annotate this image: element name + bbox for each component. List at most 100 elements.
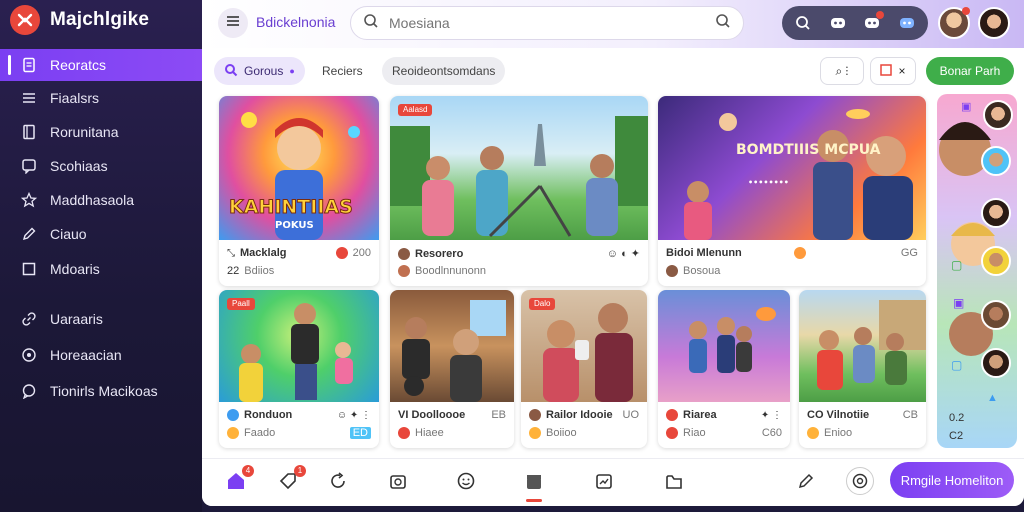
card-subtitle: Bosoua	[683, 265, 721, 277]
video-card[interactable]: Riarea ✦ ⋮ Riao C60	[658, 290, 790, 448]
list-icon	[20, 89, 38, 107]
refresh-icon[interactable]	[326, 469, 350, 493]
notification-icon[interactable]	[860, 11, 885, 35]
close-glyph: ×	[898, 64, 906, 78]
card-title-row: CO Vilnotiie CB	[807, 409, 918, 421]
camera-icon[interactable]	[386, 469, 410, 493]
search-icon	[363, 13, 379, 34]
message-icon	[20, 382, 38, 400]
menu-button[interactable]	[218, 8, 248, 38]
creator-avatar[interactable]	[981, 198, 1011, 228]
video-card[interactable]: Dalo Railor Idooie UO Boiioo	[521, 290, 647, 448]
video-thumbnail: Dalo	[521, 290, 647, 402]
video-card[interactable]: BOMDTIIIS MCPUA •••••••• Bidoi Mlenunn G…	[658, 96, 926, 286]
channel-avatar	[666, 427, 678, 439]
card-subtitle: Boiioo	[546, 427, 577, 439]
video-thumbnail	[390, 290, 514, 402]
filter-chip-label: Gorous	[244, 64, 284, 78]
card-title: Railor Idooie	[546, 409, 613, 421]
sidebar-item-ciauo[interactable]: Ciauo	[0, 218, 202, 250]
primary-action-button[interactable]: Bonar Parh	[926, 57, 1014, 85]
card-count: EB	[491, 409, 506, 421]
edit-image-icon[interactable]	[592, 469, 616, 493]
card-subtitle: Faado	[244, 427, 276, 439]
card-count: ED	[349, 427, 371, 439]
search-bar[interactable]	[350, 6, 744, 40]
app-name: Majchlgike	[50, 9, 150, 30]
search-input[interactable]	[389, 15, 705, 31]
profile-avatar[interactable]	[978, 7, 1010, 39]
card-sub-row: Riao C60	[666, 427, 782, 439]
home-icon[interactable]: 4	[224, 465, 254, 493]
creator-avatar[interactable]	[981, 246, 1011, 276]
card-count: CB	[902, 409, 918, 421]
notification-badge	[876, 11, 885, 19]
creator-avatar[interactable]	[981, 300, 1011, 330]
video-card[interactable]: Paall Ronduon ☺ ✦ ⋮ Faado ED	[219, 290, 379, 448]
card-title: VI Doolloooe	[398, 409, 466, 421]
file-icon	[20, 56, 38, 74]
user-avatar[interactable]	[938, 7, 970, 39]
card-count: GG	[900, 247, 918, 259]
channel-avatar	[666, 265, 678, 277]
brand[interactable]: Majchlgike	[10, 5, 149, 35]
video-card[interactable]: CO Vilnotiie CB Enioo	[799, 290, 926, 448]
filter-chip-reciers[interactable]: Reciers	[312, 57, 373, 85]
sidebar-item-tionirls-macikoas[interactable]: Tionirls Macikoas	[0, 375, 202, 407]
video-card[interactable]: VI Doolloooe EB Hiaee	[390, 290, 514, 448]
compass-icon[interactable]	[846, 467, 874, 495]
sidebar-item-label: Scohiaas	[50, 158, 108, 174]
creator-avatar[interactable]	[981, 146, 1011, 176]
star-icon	[20, 191, 38, 209]
video-card[interactable]: KAHINTIIAS POKUS ⤡ Macklalg 200 22 Bdiio…	[219, 96, 379, 286]
card-title-row: VI Doolloooe EB	[398, 409, 506, 421]
video-thumbnail: Paall	[219, 290, 379, 402]
creator-avatar[interactable]	[983, 100, 1013, 130]
gift-icon[interactable]	[522, 469, 546, 493]
breadcrumb[interactable]: Bdickelnonia	[256, 14, 335, 30]
filter-chip-label: Reoideontsomdans	[392, 64, 496, 78]
sidebar-item-horeaacian[interactable]: Horeaacian	[0, 339, 202, 371]
create-button[interactable]: Rmgile Homeliton	[890, 462, 1014, 498]
sidebar-item-scohiaas[interactable]: Scohiaas	[0, 150, 202, 182]
card-sub-row: 22 Bdiios	[227, 265, 371, 277]
sidebar-item-fiaalsrs[interactable]: Fiaalsrs	[0, 82, 202, 114]
sidebar: Majchlgike Reoratcs Fiaalsrs Rorunitana …	[0, 0, 202, 512]
search-filter-button[interactable]: ⌕ ⫶	[820, 57, 864, 85]
search-submit-icon[interactable]	[715, 13, 731, 34]
frame-icon	[880, 63, 893, 79]
filter-chip-primary[interactable]: Gorous ●	[214, 57, 305, 85]
discord-icon[interactable]	[826, 11, 850, 35]
channel-avatar	[398, 427, 410, 439]
channel-avatar	[529, 409, 541, 421]
folder-icon[interactable]	[662, 469, 686, 493]
search-icon[interactable]	[791, 11, 815, 35]
creator-avatar[interactable]	[981, 348, 1011, 378]
pen-icon[interactable]	[794, 469, 818, 493]
card-count: UO	[622, 409, 640, 421]
channel-avatar	[398, 265, 410, 277]
tag-icon[interactable]: 1	[276, 465, 306, 493]
chart-icon: ▣	[953, 296, 965, 310]
chat-icon	[20, 157, 38, 175]
channel-avatar	[529, 427, 541, 439]
sidebar-item-label: Ciauo	[50, 226, 87, 242]
sidebar-item-label: Horeaacian	[50, 347, 122, 363]
layout-toggle-button[interactable]: ×	[870, 57, 916, 85]
sidebar-item-rorunitana[interactable]: Rorunitana	[0, 116, 202, 148]
emoji-icon[interactable]	[454, 469, 478, 493]
group-icon	[224, 63, 238, 80]
channel-avatar	[227, 427, 239, 439]
featured-creators-strip[interactable]: ▣ ▢ ▣ ▢ ▲ 0.2 C2	[937, 94, 1017, 448]
card-title: Riarea	[683, 409, 717, 421]
sidebar-item-uaraaris[interactable]: Uaraaris	[0, 303, 202, 335]
sidebar-item-mdoaris[interactable]: Mdoaris	[0, 253, 202, 285]
sidebar-item-reoratcs[interactable]: Reoratcs	[0, 49, 202, 81]
discord-alt-icon[interactable]	[895, 11, 919, 35]
brand-icon: ▲	[987, 392, 998, 404]
video-card[interactable]: Aalasd Resorero ☺ ◐ ✦ Boodlnnunonn	[390, 96, 648, 286]
strip-number-top: 0.2	[949, 412, 965, 424]
filter-chip-reoideontsomdans[interactable]: Reoideontsomdans	[382, 57, 506, 85]
sidebar-item-maddhasaola[interactable]: Maddhasaola	[0, 184, 202, 216]
card-sub-row: Bosoua	[666, 265, 918, 277]
